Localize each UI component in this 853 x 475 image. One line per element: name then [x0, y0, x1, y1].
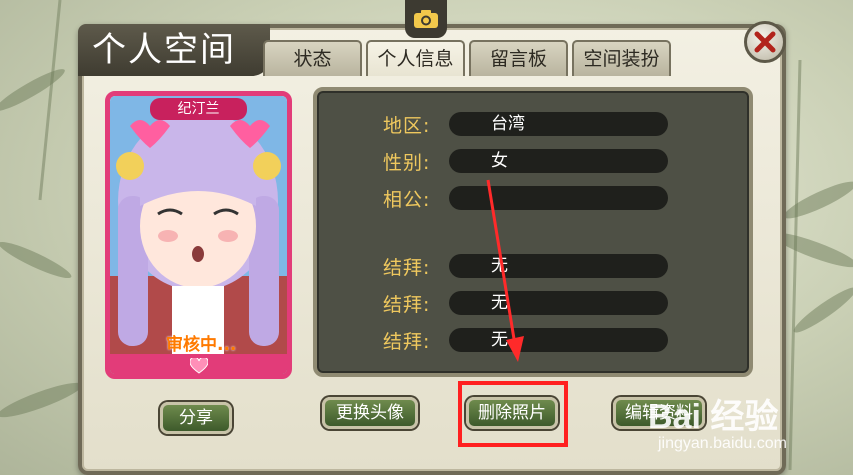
info-row-sworn-1: 结拜: 无	[383, 254, 668, 279]
highlight-box	[458, 381, 568, 447]
tab-personal-info[interactable]: 个人信息	[366, 40, 465, 76]
avatar-card[interactable]: 纪汀兰 审核中...	[105, 91, 292, 379]
review-status: 审核中...	[166, 335, 237, 355]
sworn-label-2: 结拜:	[383, 293, 431, 316]
watermark-logo: Bai 经验	[648, 398, 779, 436]
spouse-label: 相公:	[383, 188, 431, 211]
sworn-value-3: 无	[449, 328, 668, 352]
info-row-region: 地区: 台湾	[383, 112, 668, 137]
info-row-gender: 性别: 女	[383, 149, 668, 174]
gender-label: 性别:	[383, 151, 431, 174]
camera-icon	[414, 10, 438, 28]
info-row-sworn-3: 结拜: 无	[383, 328, 668, 353]
tab-status[interactable]: 状态	[263, 40, 362, 76]
watermark: Bai 经验 jingyan.baidu.com	[648, 385, 848, 475]
info-row-spouse: 相公:	[383, 186, 668, 211]
region-label: 地区:	[383, 114, 431, 137]
heart-icon	[190, 358, 208, 374]
camera-button[interactable]	[405, 0, 447, 38]
sworn-label-3: 结拜:	[383, 330, 431, 353]
gender-value: 女	[449, 149, 668, 173]
avatar-name: 纪汀兰	[150, 98, 247, 120]
tab-message-board[interactable]: 留言板	[469, 40, 568, 76]
sworn-label-1: 结拜:	[383, 256, 431, 279]
sworn-value-1: 无	[449, 254, 668, 278]
share-button[interactable]: 分享	[160, 402, 232, 434]
watermark-url: jingyan.baidu.com	[658, 435, 787, 452]
close-button[interactable]	[744, 21, 786, 63]
info-row-sworn-2: 结拜: 无	[383, 291, 668, 316]
change-avatar-button[interactable]: 更换头像	[322, 397, 418, 429]
spouse-value	[449, 186, 668, 210]
window-title: 个人空间	[78, 24, 270, 76]
info-panel: 地区: 台湾 性别: 女 相公: 结拜: 无 结拜: 无 结拜: 无	[313, 87, 753, 377]
tab-space-decoration[interactable]: 空间装扮	[572, 40, 671, 76]
close-icon	[754, 31, 776, 53]
region-value: 台湾	[449, 112, 668, 136]
sworn-value-2: 无	[449, 291, 668, 315]
tab-bar: 状态 个人信息 留言板 空间装扮	[263, 40, 671, 76]
